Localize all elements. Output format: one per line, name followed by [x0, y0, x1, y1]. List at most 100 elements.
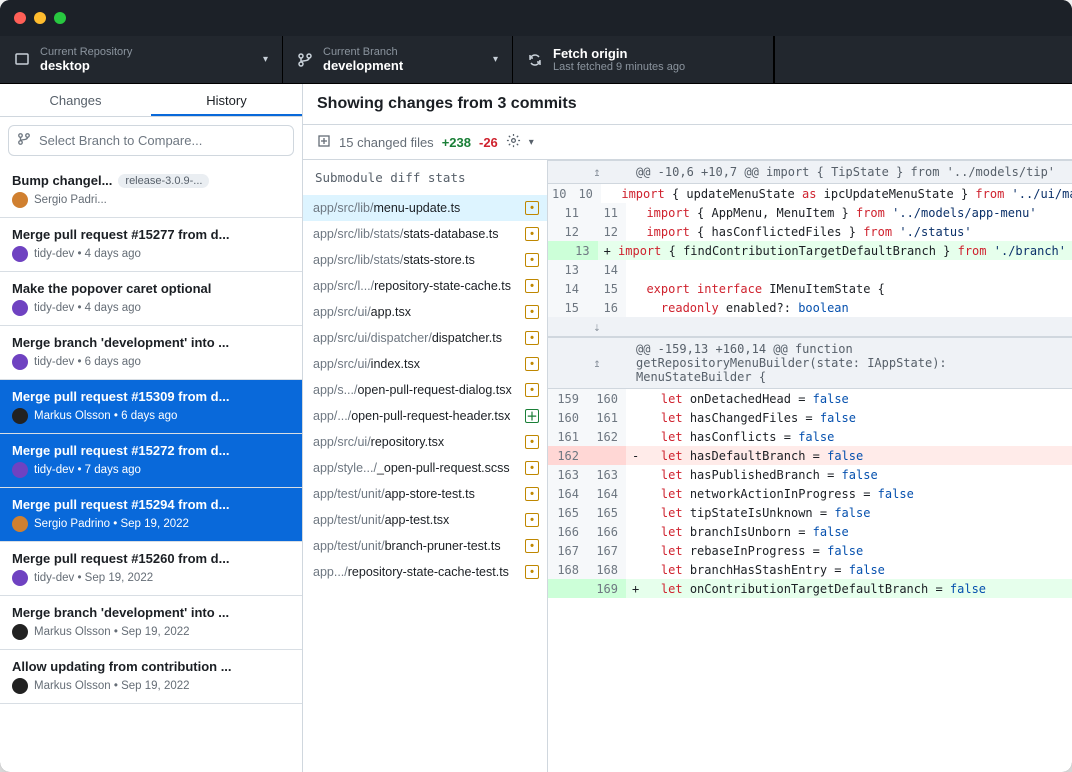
commit-item[interactable]: Merge branch 'development' into ...tidy-…	[0, 326, 302, 380]
file-item[interactable]: app/src/lib/stats/stats-database.ts•	[303, 221, 547, 247]
avatar	[12, 354, 28, 370]
commit-item[interactable]: Bump changel... release-3.0.9-... Sergio P…	[0, 164, 302, 218]
file-item[interactable]: app/src/lib/stats/stats-store.ts•	[303, 247, 547, 273]
commit-title: Merge pull request #15309 from d...	[12, 389, 229, 404]
file-item[interactable]: app/test/unit/app-store-test.ts•	[303, 481, 547, 507]
expand-up-icon[interactable]: ↥	[558, 165, 636, 179]
commit-meta: Sergio Padri...	[12, 192, 290, 208]
changes-heading: Showing changes from 3 commits	[303, 84, 1072, 125]
file-item[interactable]: app/s.../open-pull-request-dialog.tsx•	[303, 377, 547, 403]
modified-icon: •	[525, 357, 539, 371]
modified-icon: •	[525, 435, 539, 449]
history-sidebar: Changes History Select Branch to Compare…	[0, 84, 303, 772]
file-item[interactable]: app/src/ui/repository.tsx•	[303, 429, 547, 455]
modified-icon: •	[525, 253, 539, 267]
modified-icon: •	[525, 513, 539, 527]
commit-title: Merge pull request #15272 from d...	[12, 443, 229, 458]
hunk-header[interactable]: ↥ @@ -10,6 +10,7 @@ import { TipState } …	[548, 160, 1072, 184]
commit-item[interactable]: Merge pull request #15294 from d... Sergi…	[0, 488, 302, 542]
toolbar: Current Repository desktop ▾ Current Bra…	[0, 36, 1072, 84]
file-item[interactable]: app/src/ui/dispatcher/dispatcher.ts•	[303, 325, 547, 351]
tag-badge: release-3.0.9-...	[118, 174, 209, 188]
modified-icon: •	[525, 279, 539, 293]
repo-icon	[14, 52, 30, 68]
diff-line: 1111 import { AppMenu, MenuItem } from '…	[548, 203, 1072, 222]
commit-item[interactable]: Make the popover caret optional tidy-dev …	[0, 272, 302, 326]
avatar	[12, 192, 28, 208]
commit-title: Allow updating from contribution ...	[12, 659, 232, 674]
file-item[interactable]: app/src/ui/index.tsx •	[303, 351, 547, 377]
changed-files-list[interactable]: Submodule diff stats app/src/lib/menu-up…	[303, 160, 548, 772]
commit-item[interactable]: Allow updating from contribution ...Mark…	[0, 650, 302, 704]
avatar	[12, 516, 28, 532]
additions-count: +238	[442, 135, 471, 150]
diff-line: 159160 let onDetachedHead = false	[548, 389, 1072, 408]
repo-picker[interactable]: Current Repository desktop ▾	[0, 36, 283, 83]
diff-line: 169+ let onContributionTargetDefaultBran…	[548, 579, 1072, 598]
chevron-down-icon[interactable]: ▾	[529, 137, 534, 148]
sidebar-tabs: Changes History	[0, 84, 302, 117]
diff-line: 162- let hasDefaultBranch = false	[548, 446, 1072, 465]
modified-icon: •	[525, 331, 539, 345]
avatar	[12, 624, 28, 640]
commit-title: Bump changel...	[12, 173, 112, 188]
file-path: app/style.../_open-pull-request.scss	[313, 461, 519, 475]
files-count: 15 changed files	[339, 135, 434, 150]
commit-list[interactable]: Bump changel... release-3.0.9-... Sergio P…	[0, 164, 302, 772]
file-item[interactable]: app/style.../_open-pull-request.scss •	[303, 455, 547, 481]
modified-icon: •	[525, 227, 539, 241]
hunk-header[interactable]: ↥ @@ -159,13 +160,14 @@ function getRepo…	[548, 337, 1072, 389]
fetch-button[interactable]: Fetch origin Last fetched 9 minutes ago	[513, 36, 774, 83]
file-item[interactable]: app/test/unit/branch-pruner-test.ts•	[303, 533, 547, 559]
files-summary-bar: 15 changed files +238 -26 ▾	[303, 125, 1072, 160]
expand-up-icon[interactable]: ↥	[558, 356, 636, 370]
commit-meta: Markus Olsson • 6 days ago	[12, 408, 290, 424]
file-path: app/src/ui/app.tsx	[313, 305, 519, 319]
file-path: app/src/l.../repository-state-cache.ts	[313, 279, 519, 293]
tab-changes[interactable]: Changes	[0, 84, 151, 116]
branch-picker[interactable]: Current Branch development ▾	[283, 36, 513, 83]
diff-view[interactable]: ↥ @@ -10,6 +10,7 @@ import { TipState } …	[548, 160, 1072, 772]
commit-item[interactable]: Merge pull request #15260 from d...tidy-…	[0, 542, 302, 596]
minimize-window-icon[interactable]	[34, 12, 46, 24]
file-path: app/src/ui/index.tsx	[313, 357, 519, 371]
commit-item[interactable]: Merge branch 'development' into ...Marku…	[0, 596, 302, 650]
file-item[interactable]: app/src/ui/app.tsx •	[303, 299, 547, 325]
commit-title: Merge pull request #15277 from d...	[12, 227, 229, 242]
close-window-icon[interactable]	[14, 12, 26, 24]
commit-item[interactable]: Merge pull request #15277 from d...tidy-…	[0, 218, 302, 272]
window-titlebar	[0, 0, 1072, 36]
modified-icon: •	[525, 305, 539, 319]
modified-icon: •	[525, 565, 539, 579]
commit-meta: tidy-dev • 4 days ago	[12, 300, 290, 316]
commit-title: Merge pull request #15294 from d...	[12, 497, 229, 512]
commit-item[interactable]: Merge pull request #15272 from d...tidy-…	[0, 434, 302, 488]
file-path: app.../repository-state-cache-test.ts	[313, 565, 519, 579]
fetch-label: Fetch origin	[553, 46, 685, 61]
hunk-text: @@ -10,6 +10,7 @@ import { TipState } fr…	[636, 165, 1062, 179]
avatar	[12, 300, 28, 316]
file-item[interactable]: app.../repository-state-cache-test.ts •	[303, 559, 547, 585]
file-item[interactable]: app/.../open-pull-request-header.tsx＋	[303, 403, 547, 429]
file-item[interactable]: app/src/lib/menu-update.ts•	[303, 195, 547, 221]
diff-line: 1212 import { hasConflictedFiles } from …	[548, 222, 1072, 241]
file-item[interactable]: app/src/l.../repository-state-cache.ts •	[303, 273, 547, 299]
gear-icon[interactable]	[506, 133, 521, 151]
diff-line: 164164 let networkActionInProgress = fal…	[548, 484, 1072, 503]
repo-value: desktop	[40, 58, 132, 73]
branch-value: development	[323, 58, 403, 73]
file-item[interactable]: app/test/unit/app-test.tsx•	[303, 507, 547, 533]
commit-title: Make the popover caret optional	[12, 281, 211, 296]
tab-history[interactable]: History	[151, 84, 302, 116]
diff-line: 166166 let branchIsUnborn = false	[548, 522, 1072, 541]
commit-meta: Sergio Padrino • Sep 19, 2022	[12, 516, 290, 532]
hunk-expand[interactable]: ⇣	[548, 317, 1072, 337]
modified-icon: •	[525, 461, 539, 475]
commit-item[interactable]: Merge pull request #15309 from d... Marku…	[0, 380, 302, 434]
branch-label: Current Branch	[323, 46, 403, 58]
diff-line: 1415 export interface IMenuItemState {	[548, 279, 1072, 298]
compare-branch-input[interactable]: Select Branch to Compare...	[8, 125, 294, 156]
expand-icon[interactable]	[317, 134, 331, 151]
maximize-window-icon[interactable]	[54, 12, 66, 24]
chevron-down-icon: ▾	[263, 54, 268, 65]
